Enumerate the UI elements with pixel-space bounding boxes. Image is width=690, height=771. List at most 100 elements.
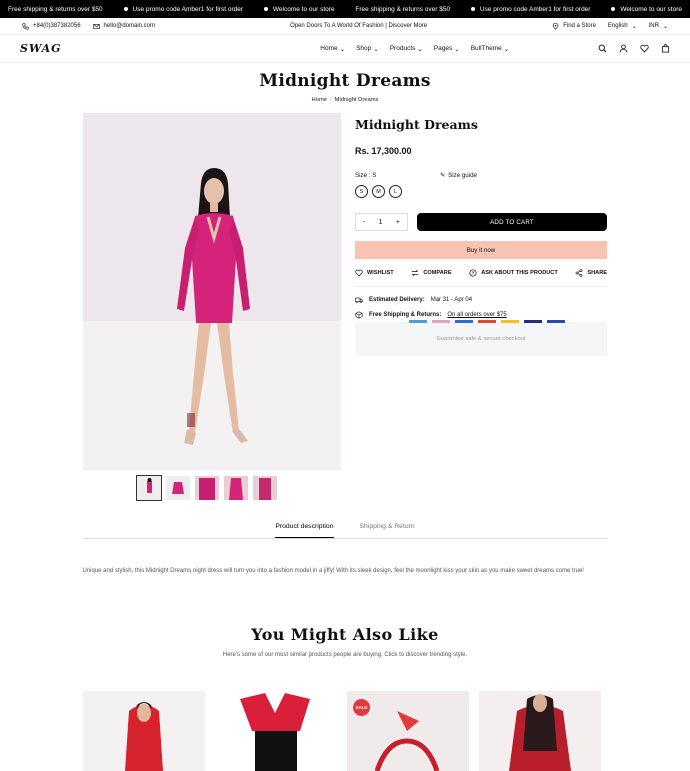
qty-value[interactable]: 1 — [379, 219, 383, 226]
find-store-label: Find a Store — [563, 23, 596, 29]
find-store-link[interactable]: Find a Store — [552, 22, 596, 30]
phone-link[interactable]: +84(0)387382056 — [22, 22, 81, 30]
product-name: Midnight Dreams — [355, 117, 478, 132]
tab-product-description[interactable]: Product description — [275, 523, 334, 538]
share-icon — [576, 269, 583, 277]
related-subtitle: Here's some of our most similar products… — [222, 652, 468, 658]
question-icon: ? — [469, 269, 477, 277]
size-option-m[interactable]: M — [372, 185, 385, 198]
paypal-icon — [524, 320, 542, 323]
product-actions: WISHLIST COMPARE ? ASK ABOUT THIS PRODUC… — [355, 269, 607, 287]
currency-select[interactable]: INR ⌄ — [649, 23, 668, 30]
top-bar: +84(0)387382056 hello@domain.com Open Do… — [0, 18, 690, 35]
nav-item-bulltheme[interactable]: BullTheme ⌄ — [471, 45, 510, 53]
main-nav: SWAG Home ⌄ Shop ⌄ Products ⌄ Pages ⌄ BullTh… — [0, 35, 690, 63]
product-card[interactable] — [215, 691, 337, 771]
marquee-item: Welcome to our store — [263, 6, 335, 13]
announcement-link[interactable]: Open Doors To A World Of Fashion | Disco… — [290, 23, 427, 29]
cart-bag-icon[interactable] — [661, 44, 670, 53]
nav-menu: Home ⌄ Shop ⌄ Products ⌄ Pages ⌄ BullTheme ⌄ — [320, 45, 509, 53]
phone-number: +84(0)387382056 — [33, 23, 81, 29]
wishlist-heart-icon[interactable] — [640, 44, 649, 53]
box-icon — [355, 311, 363, 319]
gpay-icon — [501, 320, 519, 323]
share-button[interactable]: SHARE — [575, 269, 607, 277]
thumbnail[interactable] — [136, 475, 162, 501]
size-option-l[interactable]: L — [389, 185, 402, 198]
secure-checkout-box: Guarantee safe & secure checkout — [355, 322, 607, 356]
pencil-icon: ✎ — [439, 172, 446, 179]
quantity-stepper: - 1 + — [355, 213, 408, 231]
chevron-down-icon: ⌄ — [454, 45, 460, 53]
sale-badge: SALE — [353, 699, 370, 716]
related-products: SALE — [83, 691, 601, 771]
buy-now-button[interactable]: Buy it now — [355, 241, 607, 259]
announcement-bar: Free shipping & returns over $50 Use pro… — [0, 0, 690, 18]
language-select[interactable]: English ⌄ — [608, 23, 637, 30]
size-label: Size : S — [355, 172, 377, 179]
location-pin-icon — [552, 22, 559, 30]
product-card[interactable] — [479, 691, 601, 771]
stripe-icon — [547, 320, 565, 323]
nav-item-home[interactable]: Home ⌄ — [320, 45, 345, 53]
email-address: hello@domain.com — [103, 23, 155, 29]
phone-icon — [22, 22, 29, 30]
qty-decrease-button[interactable]: - — [363, 219, 365, 226]
mastercard-icon — [432, 320, 450, 323]
discover-icon — [478, 320, 496, 323]
email-link[interactable]: hello@domain.com — [92, 23, 155, 30]
free-shipping: Free Shipping & Returns: On all orders ov… — [355, 311, 607, 319]
site-logo[interactable]: SWAG — [20, 42, 62, 55]
product-info: Midnight Dreams Rs. 17,300.00 Size : S ✎… — [355, 117, 607, 356]
amex-icon — [455, 320, 473, 323]
search-icon[interactable] — [598, 44, 607, 53]
nav-item-products[interactable]: Products ⌄ — [390, 45, 423, 53]
nav-item-shop[interactable]: Shop ⌄ — [356, 45, 379, 53]
marquee-item: Free shipping & returns over $50 — [355, 5, 451, 13]
page-title: Midnight Dreams — [259, 71, 431, 91]
product-section: Midnight Dreams Rs. 17,300.00 Size : S ✎… — [0, 103, 690, 523]
chevron-down-icon: ⌄ — [339, 45, 346, 53]
size-guide-link[interactable]: ✎ Size guide — [440, 172, 477, 179]
product-price: Rs. 17,300.00 — [355, 146, 412, 156]
svg-text:?: ? — [472, 271, 475, 276]
product-card[interactable] — [83, 691, 205, 771]
truck-icon — [355, 297, 363, 303]
ask-question-button[interactable]: ? ASK ABOUT THIS PRODUCT — [469, 269, 558, 277]
thumbnail[interactable] — [224, 476, 248, 500]
chevron-down-icon: ⌄ — [662, 23, 668, 30]
estimated-delivery: Estimated Delivery: Mar 31 - Apr 04 — [355, 296, 607, 304]
marquee-item: Free shipping & returns over $50 — [8, 5, 103, 13]
qty-increase-button[interactable]: + — [396, 219, 400, 226]
compare-icon — [412, 269, 419, 277]
thumbnail-strip — [136, 475, 277, 501]
product-tabs: Product description Shipping & Return — [82, 523, 608, 539]
marquee-item: Welcome to our store — [611, 6, 682, 13]
model-figure — [177, 168, 250, 445]
nav-item-pages[interactable]: Pages ⌄ — [434, 45, 460, 53]
payment-icons — [409, 320, 565, 323]
thumbnail[interactable] — [166, 476, 190, 500]
thumbnail[interactable] — [253, 476, 277, 500]
size-option-s[interactable]: S — [355, 185, 368, 198]
wishlist-button[interactable]: WISHLIST — [355, 269, 394, 277]
size-options: S M L — [355, 185, 607, 198]
add-to-cart-button[interactable]: ADD TO CART — [417, 213, 607, 231]
product-main-image[interactable] — [83, 113, 341, 470]
account-icon[interactable] — [619, 44, 628, 53]
product-card[interactable]: SALE — [347, 691, 469, 771]
tab-shipping-return[interactable]: Shipping & Return — [360, 523, 415, 538]
mail-icon — [92, 23, 100, 29]
related-title: You Might Also Like — [251, 625, 439, 644]
chevron-down-icon: ⌄ — [373, 45, 379, 53]
chevron-down-icon: ⌄ — [631, 23, 637, 30]
marquee-item: Use promo code Amber1 for first order — [470, 6, 590, 13]
marquee-item: Use promo code Amber1 for first order — [123, 6, 243, 13]
heart-icon — [355, 269, 363, 277]
secure-checkout-text: Guarantee safe & secure checkout — [436, 336, 526, 342]
chevron-down-icon: ⌄ — [417, 45, 423, 53]
compare-button[interactable]: COMPARE — [411, 269, 452, 277]
visa-icon — [409, 320, 427, 323]
chevron-down-icon: ⌄ — [503, 45, 510, 53]
thumbnail[interactable] — [195, 476, 219, 500]
